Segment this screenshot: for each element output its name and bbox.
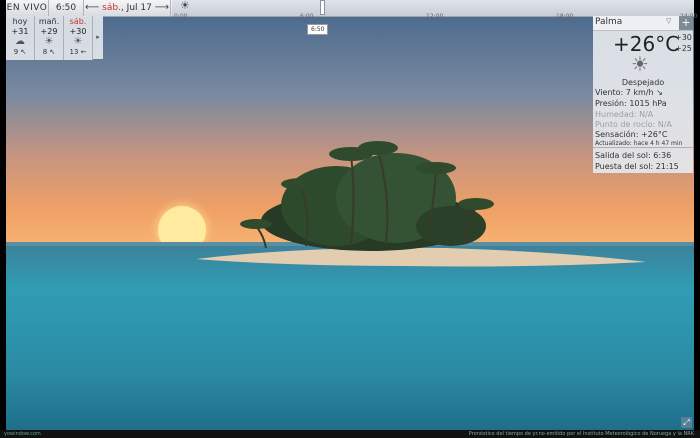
forecast-day-saturday[interactable]: sáb. +30 ☀ 13 ← (64, 16, 93, 60)
wind-arrow-icon: ↖ (20, 48, 27, 56)
condition-text: Despejado (621, 78, 665, 87)
date-day: sáb. (102, 3, 121, 13)
forecast-day-tomorrow[interactable]: mañ. +29 ☀ 8 ↖ (35, 16, 64, 60)
forecast-low: 9 (13, 48, 19, 56)
sun-icon: ☀ (44, 36, 54, 47)
tick-label: 0:00 (174, 13, 188, 20)
updated-text: Actualizado: hace 4 h 47 min (595, 140, 683, 147)
forecast-strip: hoy +31 ☁ 9 ↖ mañ. +29 ☀ 8 ↖ sáb. +30 ☀ … (6, 16, 103, 60)
sunset-text: Puesta del sol: 21:15 (595, 162, 679, 171)
time-tooltip: 6:50 (307, 24, 329, 35)
date-rest: , Jul 17 (120, 3, 152, 13)
wind-arrow-icon: ← (80, 48, 87, 56)
temp-high: +30 (675, 33, 692, 42)
weather-panel: Palma ▽ + +26°C +30 +25 ☀ Despejado Vien… (593, 16, 693, 173)
triangle-right-icon: ▸ (96, 33, 100, 41)
panel-divider (593, 147, 693, 148)
dewpoint-text: Punto de rocío: N/A (595, 120, 672, 129)
live-button[interactable]: EN VIVO (6, 0, 49, 16)
wind-arrow-icon: ↖ (49, 48, 56, 56)
island-sunset-illustration (6, 16, 694, 430)
time-slider-handle[interactable] (320, 0, 325, 15)
plus-icon: + (681, 16, 691, 29)
sun-icon: ☀ (73, 36, 83, 47)
temp-low: +25 (675, 44, 692, 53)
current-time: 6:50 (49, 0, 84, 16)
forecast-low: 13 (69, 48, 79, 56)
forecast-day-name: sáb. (69, 17, 87, 26)
tick-label: 6:00 (300, 13, 314, 20)
expand-icon: ⤢ (683, 418, 690, 427)
expand-forecast-button[interactable]: ▸ (93, 16, 103, 59)
wind-text: Viento: 7 km/h (595, 88, 654, 97)
sunrise-text: Salida del sol: 6:36 (595, 151, 672, 160)
tick-label: 12:00 (426, 13, 444, 20)
timeline-bar: EN VIVO 6:50 ⟵ sáb., Jul 17 ⟶ ☀ 0:00 6:0… (6, 0, 697, 20)
add-location-button[interactable]: + (679, 16, 693, 30)
fullscreen-button[interactable]: ⤢ (681, 417, 692, 428)
forecast-low: 8 (42, 48, 48, 56)
forecast-day-name: mañ. (38, 17, 60, 26)
sun-icon: ☀ (631, 52, 649, 76)
wind-row: Viento: 7 km/h ↘ (595, 88, 663, 97)
pressure-text: Presión: 1015 hPa (595, 99, 667, 108)
date-selector[interactable]: ⟵ sáb., Jul 17 ⟶ (84, 0, 171, 16)
feels-like-text: Sensación: +26°C (595, 130, 668, 139)
humidity-text: Humedad: N/A (595, 110, 654, 119)
footer: yowindow.com Pronóstico del tiempo de yr… (0, 430, 700, 438)
city-name: Palma (595, 17, 623, 27)
arrow-left-icon[interactable]: ⟵ (85, 2, 99, 13)
tick-label: 18:00 (556, 13, 574, 20)
city-selector[interactable]: Palma ▽ + (593, 16, 693, 31)
site-link[interactable]: yowindow.com (4, 430, 41, 438)
wind-arrow-icon: ↘ (656, 88, 663, 97)
arrow-right-icon[interactable]: ⟶ (155, 2, 169, 13)
credit-text: Pronóstico del tiempo de yr.no emitido p… (468, 431, 694, 437)
time-slider[interactable]: ☀ 0:00 6:00 12:00 18:00 24:00 (172, 0, 697, 20)
weather-scene (6, 16, 694, 430)
chevron-down-icon[interactable]: ▽ (666, 17, 671, 25)
forecast-day-name: hoy (12, 17, 28, 26)
partly-cloudy-icon: ☁ (15, 36, 25, 47)
forecast-day-today[interactable]: hoy +31 ☁ 9 ↖ (6, 16, 35, 60)
